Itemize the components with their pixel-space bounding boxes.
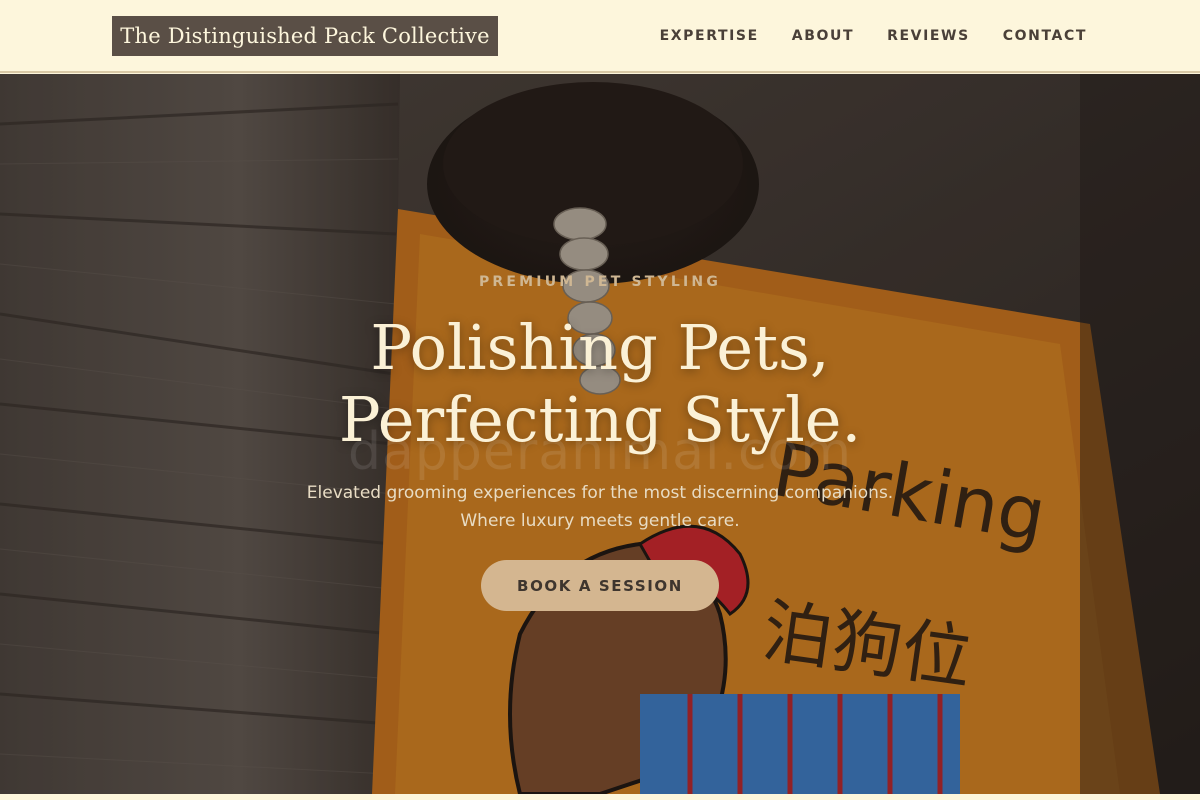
headline-line-2: Perfecting Style. xyxy=(338,383,862,456)
hero-content: dapperanimal.com PREMIUM PET STYLING Pol… xyxy=(0,74,1200,794)
hero-headline: Polishing Pets, Perfecting Style. xyxy=(0,312,1200,456)
subtext-line-1: Elevated grooming experiences for the mo… xyxy=(306,483,894,503)
brand-logo[interactable]: The Distinguished Pack Collective xyxy=(112,16,498,56)
subtext-line-2: Where luxury meets gentle care. xyxy=(460,511,740,531)
nav-link-contact[interactable]: CONTACT xyxy=(1003,28,1087,44)
main-nav: EXPERTISE ABOUT REVIEWS CONTACT xyxy=(660,0,1087,72)
nav-link-reviews[interactable]: REVIEWS xyxy=(887,28,970,44)
bottom-strip xyxy=(0,794,1200,800)
hero-subtext: Elevated grooming experiences for the mo… xyxy=(0,479,1200,535)
hero-eyebrow: PREMIUM PET STYLING xyxy=(478,274,722,290)
hero-section: Parking 泊狗位 dapperanimal.com PREMIUM PET… xyxy=(0,74,1200,794)
book-session-button[interactable]: BOOK A SESSION xyxy=(481,560,719,611)
headline-line-1: Polishing Pets, xyxy=(370,311,830,384)
site-header: The Distinguished Pack Collective EXPERT… xyxy=(0,0,1200,73)
nav-link-expertise[interactable]: EXPERTISE xyxy=(660,28,759,44)
nav-link-about[interactable]: ABOUT xyxy=(792,28,854,44)
